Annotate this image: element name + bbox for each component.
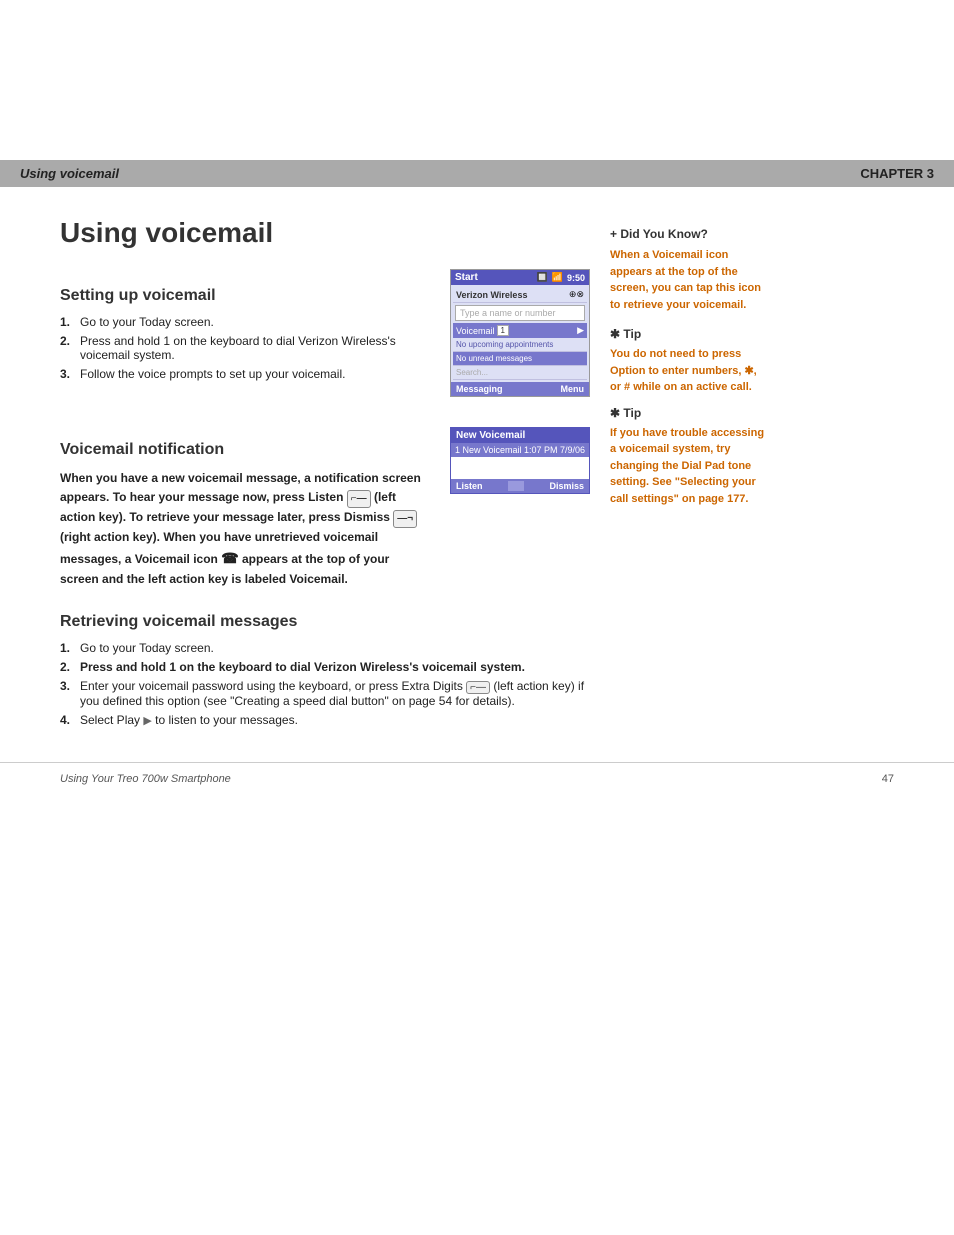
phone-input: Type a name or number [455, 305, 585, 321]
voicemail-popup: New Voicemail 1 New Voicemail 1:07 PM 7/… [450, 427, 590, 494]
phone-appointment-row: No upcoming appointments [453, 338, 587, 352]
popup-time: 1:07 PM 7/9/06 [524, 445, 585, 455]
retrieving-step-3: 3. Enter your voicemail password using t… [60, 679, 590, 708]
header-bar: Using voicemail CHAPTER 3 [0, 160, 954, 187]
phone-status: 🔲 📶 9:50 [537, 272, 585, 283]
phone-screen: Start 🔲 📶 9:50 Verizon Wireless ⊕⊗ [450, 269, 590, 397]
phone-search: Search... [456, 368, 488, 377]
page-title: Using voicemail [60, 217, 590, 249]
phone-start-label: Start [455, 272, 478, 283]
phone-voicemail-count: 1 [497, 325, 509, 336]
footer-left-text: Using Your Treo 700w Smartphone [60, 773, 231, 785]
phone-appointment: No upcoming appointments [456, 340, 553, 349]
setup-steps-list: 1. Go to your Today screen. 2. Press and… [60, 315, 430, 381]
left-column: Using voicemail Setting up voicemail 1. … [60, 217, 590, 732]
main-content: Using voicemail Setting up voicemail 1. … [0, 187, 954, 752]
footer-page-number: 47 [882, 773, 894, 785]
tip2-title: ✱ Tip [610, 406, 770, 420]
popup-row-text: 1 New Voicemail [455, 445, 522, 455]
popup-footer: Listen Dismiss [451, 479, 589, 493]
setup-step-3: 3. Follow the voice prompts to set up yo… [60, 367, 430, 381]
phone-voicemail-label: Voicemail [456, 326, 495, 336]
phone-footer-right: Menu [561, 384, 585, 394]
phone-network: Verizon Wireless [456, 290, 527, 300]
header-right-chapter: CHAPTER 3 [860, 166, 934, 181]
popup-title-bar: New Voicemail [451, 428, 589, 443]
did-you-know-text: When a Voicemail icon appears at the top… [610, 247, 770, 313]
section-title-retrieving: Retrieving voicemail messages [60, 613, 590, 631]
phone-messages: No unread messages [456, 354, 532, 363]
popup-icon-btn [508, 481, 524, 491]
tip1-text: You do not need to press Option to enter… [610, 346, 770, 396]
phone-messages-row: No unread messages [453, 352, 587, 366]
tip1-title: ✱ Tip [610, 327, 770, 341]
setup-step-1: 1. Go to your Today screen. [60, 315, 430, 329]
phone-network-row: Verizon Wireless ⊕⊗ [453, 287, 587, 303]
retrieving-step-1: 1. Go to your Today screen. [60, 641, 590, 655]
phone-body: Verizon Wireless ⊕⊗ Type a name or numbe… [451, 285, 589, 382]
popup-row: 1 New Voicemail 1:07 PM 7/9/06 [451, 443, 589, 457]
phone-voicemail-row: Voicemail 1 ▶ [453, 323, 587, 338]
phone-footer: Messaging Menu [451, 382, 589, 396]
phone-search-row: Search... [453, 366, 587, 380]
popup-empty-area [451, 457, 589, 479]
retrieving-steps-list: 1. Go to your Today screen. 2. Press and… [60, 641, 590, 727]
phone-title-bar: Start 🔲 📶 9:50 [451, 270, 589, 285]
header-left-title: Using voicemail [20, 166, 119, 181]
retrieving-step-2: 2. Press and hold 1 on the keyboard to d… [60, 660, 590, 674]
popup-dismiss-btn[interactable]: Dismiss [549, 481, 584, 491]
section-title-notification: Voicemail notification [60, 441, 430, 459]
page-footer: Using Your Treo 700w Smartphone 47 [0, 762, 954, 795]
bottom-spacer [0, 795, 954, 1195]
did-you-know-title: + Did You Know? [610, 227, 770, 241]
tip2-text: If you have trouble accessing a voicemai… [610, 425, 770, 508]
retrieving-step-4: 4. Select Play ▶ to listen to your messa… [60, 713, 590, 727]
section-title-setup: Setting up voicemail [60, 287, 430, 305]
voicemail-popup-mockup: New Voicemail 1 New Voicemail 1:07 PM 7/… [450, 423, 590, 494]
phone-time: 9:50 [567, 273, 585, 283]
notification-body: When you have a new voicemail message, a… [60, 469, 430, 589]
right-sidebar: + Did You Know? When a Voicemail icon ap… [590, 217, 770, 732]
phone-screen-mockup: Start 🔲 📶 9:50 Verizon Wireless ⊕⊗ [450, 269, 590, 413]
popup-listen-btn[interactable]: Listen [456, 481, 483, 491]
phone-footer-left: Messaging [456, 384, 503, 394]
setup-step-2: 2. Press and hold 1 on the keyboard to d… [60, 334, 430, 362]
